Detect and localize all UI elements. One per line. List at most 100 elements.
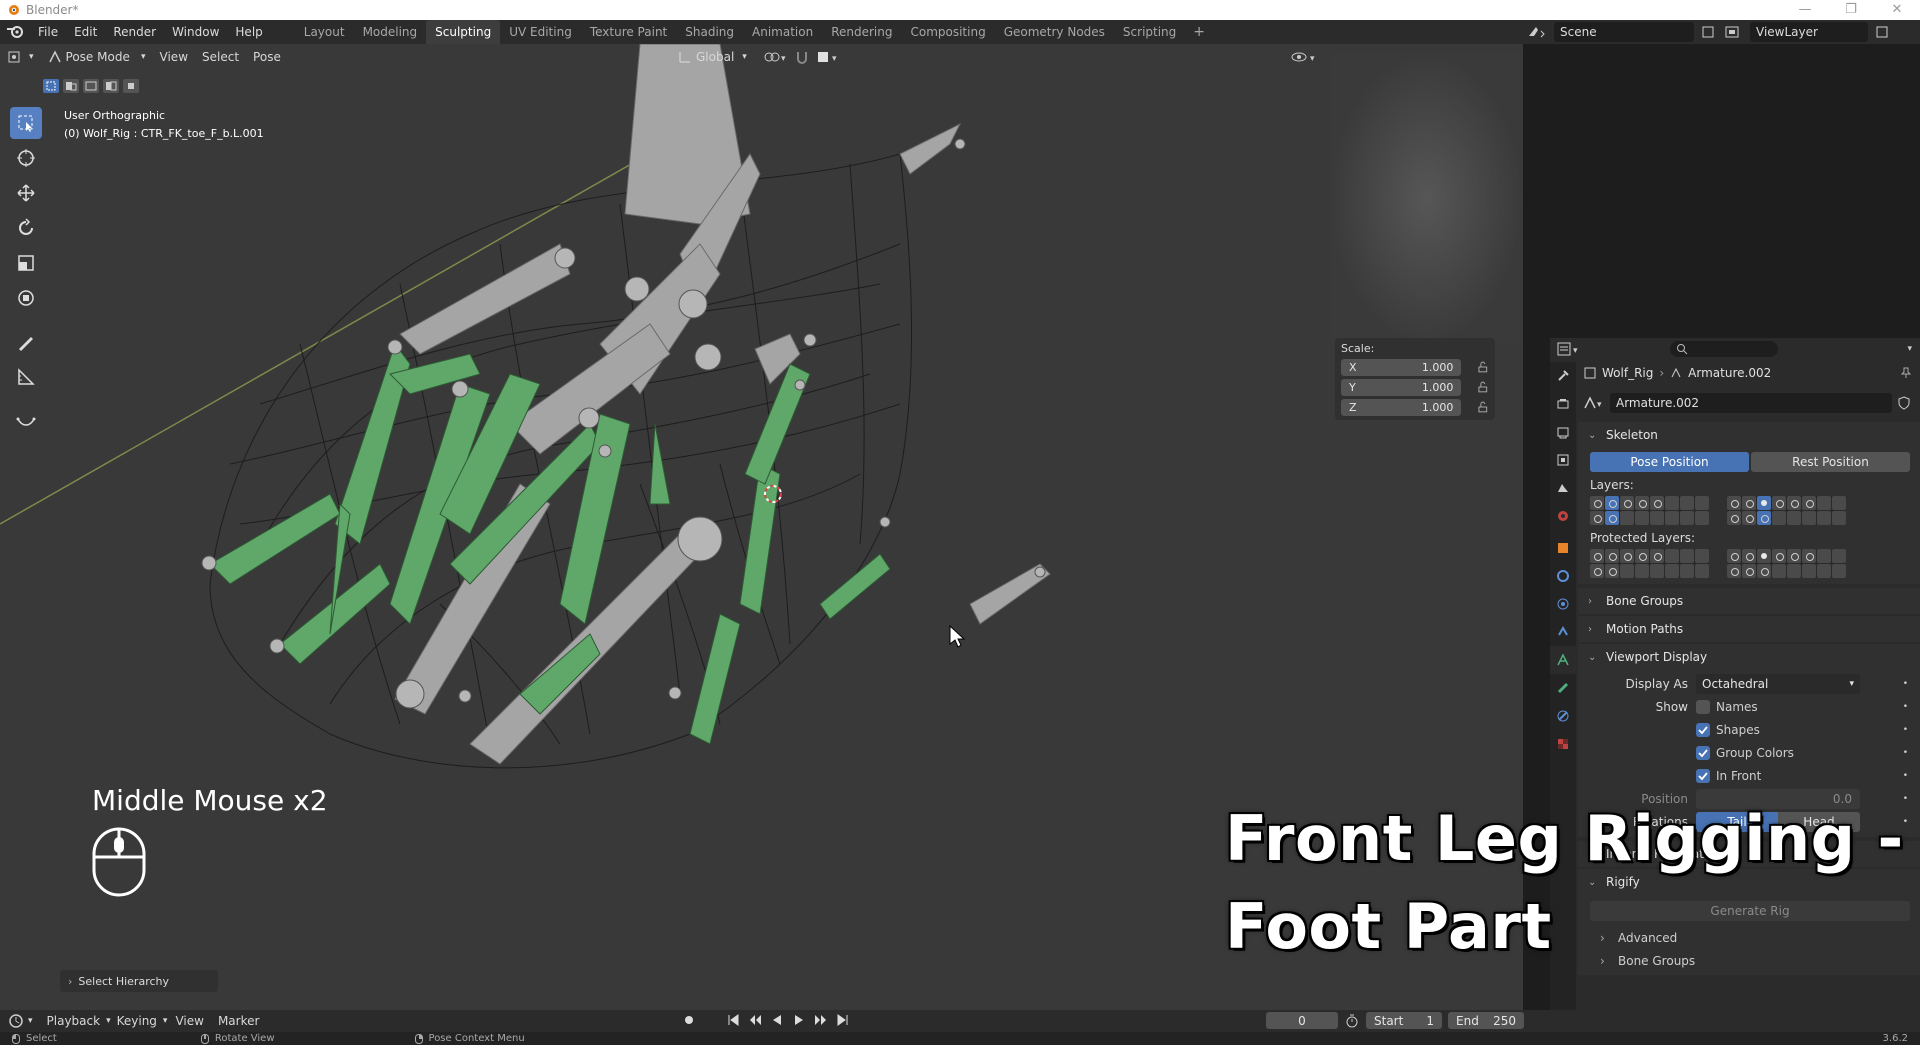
tab-view-layer[interactable] (1550, 446, 1576, 474)
proportional-edit-icon[interactable]: ▾ (816, 49, 842, 65)
tab-scripting[interactable]: Scripting (1114, 20, 1185, 44)
tab-bone-constraints[interactable] (1550, 702, 1576, 730)
jump-keyframe-back-icon[interactable] (748, 1013, 762, 1027)
view-layer-icon[interactable] (1722, 22, 1744, 42)
current-frame-field[interactable]: 0 (1266, 1012, 1338, 1029)
tab-constraints[interactable] (1550, 618, 1576, 646)
jump-keyframe-forward-icon[interactable] (814, 1013, 828, 1027)
rest-position-button[interactable]: Rest Position (1751, 452, 1910, 472)
transform-orientation-selector[interactable]: Global ▾ (678, 44, 747, 70)
select-set-icon[interactable] (42, 78, 60, 94)
layer-block-left[interactable] (1590, 496, 1709, 525)
keyframe-dot-icon[interactable]: • (1903, 679, 1908, 689)
protected-block-left[interactable] (1590, 549, 1709, 578)
tab-render[interactable] (1550, 390, 1576, 418)
motion-paths-panel-header[interactable]: › Motion Paths (1578, 616, 1920, 642)
scale-y-field[interactable]: Y 1.000 (1341, 378, 1462, 396)
keyframe-dot-icon[interactable]: • (1903, 725, 1908, 735)
view-layer-selector[interactable]: ViewLayer (1750, 22, 1868, 42)
tab-modifiers[interactable] (1550, 562, 1576, 590)
menu-marker[interactable]: Marker (212, 1014, 265, 1028)
menu-file[interactable]: File (30, 20, 66, 44)
tab-bone[interactable] (1550, 674, 1576, 702)
rotate-tool[interactable] (10, 212, 42, 244)
menu-render[interactable]: Render (105, 20, 164, 44)
properties-search-field[interactable] (1670, 341, 1778, 357)
new-scene-icon[interactable] (1700, 24, 1716, 40)
shapes-checkbox[interactable] (1696, 722, 1710, 737)
tab-geometry-nodes[interactable]: Geometry Nodes (995, 20, 1114, 44)
menu-window[interactable]: Window (164, 20, 227, 44)
bone-groups-panel-header[interactable]: › Bone Groups (1578, 588, 1920, 614)
record-icon[interactable] (682, 1013, 696, 1027)
new-view-layer-icon[interactable] (1874, 24, 1890, 40)
fake-user-shield-icon[interactable] (1896, 395, 1912, 411)
viewport-display-panel-header[interactable]: ⌄ Viewport Display (1578, 644, 1920, 670)
jump-end-icon[interactable] (836, 1013, 850, 1027)
tab-sculpting[interactable]: Sculpting (426, 20, 501, 44)
scale-tool[interactable] (10, 247, 42, 279)
minimize-icon[interactable]: — (1782, 0, 1828, 20)
lock-icon[interactable] (1477, 361, 1489, 373)
select-intersect-icon[interactable] (122, 78, 140, 94)
scale-x-field[interactable]: X 1.000 (1341, 358, 1462, 376)
visibility-filter-icon[interactable]: ▾ (1290, 49, 1320, 65)
start-frame-field[interactable]: Start 1 (1366, 1012, 1442, 1029)
tab-armature-data[interactable] (1550, 646, 1576, 674)
pin-icon[interactable] (1900, 367, 1912, 379)
properties-editor-type-icon[interactable]: ▾ (1556, 341, 1582, 357)
keyframe-dot-icon[interactable]: • (1903, 748, 1908, 758)
lock-icon[interactable] (1477, 381, 1489, 393)
group-colors-checkbox[interactable] (1696, 745, 1710, 760)
select-extend-icon[interactable] (62, 78, 80, 94)
armature-browse-icon[interactable]: ▾ (1582, 394, 1606, 412)
tab-shading[interactable]: Shading (676, 20, 743, 44)
play-icon[interactable] (792, 1013, 806, 1027)
timeline-editor-type[interactable]: ▾ (0, 1013, 41, 1029)
snap-icon[interactable] (794, 49, 810, 65)
tab-texture-paint[interactable]: Texture Paint (581, 20, 676, 44)
protected-block-right[interactable] (1727, 549, 1846, 578)
menu-select[interactable]: Select (195, 44, 246, 70)
tab-object[interactable] (1550, 534, 1576, 562)
tab-compositing[interactable]: Compositing (901, 20, 994, 44)
tab-physics[interactable] (1550, 590, 1576, 618)
tab-layout[interactable]: Layout (295, 20, 354, 44)
select-subtract-icon[interactable] (82, 78, 100, 94)
tab-texture[interactable] (1550, 730, 1576, 758)
select-box-tool[interactable] (10, 107, 42, 139)
keyframe-dot-icon[interactable]: • (1903, 702, 1908, 712)
pivot-icon[interactable]: ▾ (762, 49, 788, 65)
menu-keying[interactable]: Keying (111, 1014, 163, 1028)
datablock-name-field[interactable]: Armature.002 (1610, 393, 1892, 413)
close-icon[interactable]: ✕ (1874, 0, 1920, 20)
menu-pose[interactable]: Pose (246, 44, 288, 70)
scene-selector[interactable]: Scene (1554, 22, 1694, 42)
tab-modeling[interactable]: Modeling (354, 20, 427, 44)
scale-z-field[interactable]: Z 1.000 (1341, 398, 1462, 416)
play-reverse-icon[interactable] (770, 1013, 784, 1027)
tab-world[interactable] (1550, 502, 1576, 530)
move-tool[interactable] (10, 177, 42, 209)
layer-block-right[interactable] (1727, 496, 1846, 525)
tab-animation[interactable]: Animation (743, 20, 822, 44)
transform-tool[interactable] (10, 282, 42, 314)
jump-start-icon[interactable] (726, 1013, 740, 1027)
restore-icon[interactable]: ❐ (1828, 0, 1874, 20)
tab-scene[interactable] (1550, 474, 1576, 502)
relax-pose-tool[interactable] (10, 405, 42, 437)
select-invert-icon[interactable] (102, 78, 120, 94)
measure-tool[interactable] (10, 361, 42, 393)
menu-playback[interactable]: Playback (41, 1014, 107, 1028)
blender-menu-icon[interactable] (0, 20, 30, 44)
tab-rendering[interactable]: Rendering (822, 20, 901, 44)
scene-icon[interactable] (1526, 22, 1548, 42)
end-frame-field[interactable]: End 250 (1448, 1012, 1524, 1029)
menu-edit[interactable]: Edit (66, 20, 105, 44)
annotate-tool[interactable] (10, 326, 42, 358)
skeleton-panel-header[interactable]: ⌄ Skeleton (1578, 422, 1920, 448)
stopwatch-icon[interactable] (1344, 1013, 1360, 1029)
editor-type-selector[interactable]: ▾ (0, 44, 41, 70)
tab-output[interactable] (1550, 418, 1576, 446)
tab-uv-editing[interactable]: UV Editing (500, 20, 581, 44)
